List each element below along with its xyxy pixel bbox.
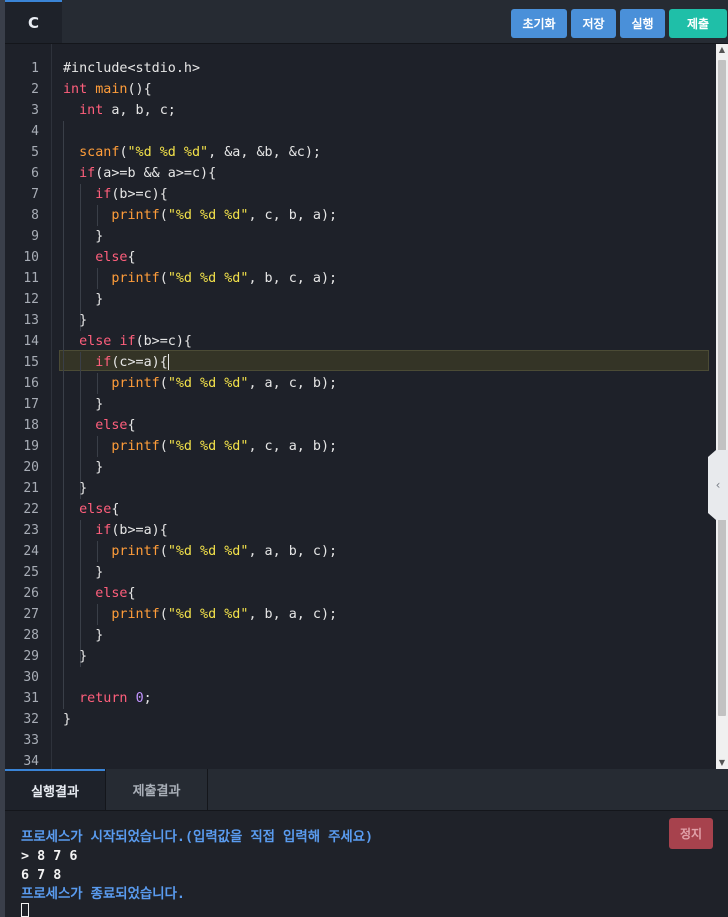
line-number: 33 [23, 733, 39, 748]
code-line[interactable]: } [63, 625, 713, 646]
tab-run-result[interactable]: 실행결과 [5, 769, 105, 810]
line-number: 24 [23, 544, 39, 559]
code-line[interactable]: } [63, 457, 713, 478]
save-button[interactable]: 저장 [571, 9, 616, 38]
result-tabs: 실행결과 제출결과 [5, 769, 728, 811]
editor-scrollbar[interactable]: ▲ ▼ [716, 44, 728, 769]
line-number: 6 [31, 166, 39, 181]
line-number: 34 [23, 754, 39, 769]
line-number: 9 [31, 229, 39, 244]
code-line[interactable]: printf("%d %d %d", c, b, a); [63, 205, 713, 226]
code-line[interactable] [63, 121, 713, 142]
line-number: 8 [31, 208, 39, 223]
line-number: 32 [23, 712, 39, 727]
code-line[interactable]: printf("%d %d %d", a, b, c); [63, 541, 713, 562]
stop-button[interactable]: 정지 [669, 818, 713, 849]
line-number-gutter: 1 2 3 4 5 6 7 8 9 10 11 12 13 14 15 16 17 18 19 20 21 22 23 24 2… [5, 44, 52, 769]
line-number: 26 [23, 586, 39, 601]
code-line[interactable]: } [63, 478, 713, 499]
line-number: 1 [31, 61, 39, 76]
line-number: 18 [23, 418, 39, 433]
chevron-left-icon[interactable]: ‹ [708, 450, 728, 520]
console-line: 프로세스가 시작되었습니다.(입력값을 직접 입력해 주세요) [21, 830, 374, 845]
editor-toolbar: C 초기화 저장 실행 제출 [5, 0, 728, 44]
code-content[interactable]: #include<stdio.h> int main(){ int a, b, c… [63, 58, 713, 769]
code-line[interactable]: else{ [63, 247, 713, 268]
code-line[interactable]: int main(){ [63, 79, 713, 100]
line-number: 22 [23, 502, 39, 517]
code-line[interactable] [63, 667, 713, 688]
line-number: 4 [31, 124, 39, 139]
code-line[interactable]: #include<stdio.h> [63, 58, 713, 79]
line-number: 30 [23, 670, 39, 685]
text-cursor [167, 354, 169, 370]
code-line[interactable]: printf("%d %d %d", a, c, b); [63, 373, 713, 394]
language-tab[interactable]: C [5, 0, 62, 43]
line-number: 15 [23, 355, 39, 370]
submit-button[interactable]: 제출 [669, 9, 727, 38]
run-button[interactable]: 실행 [620, 9, 665, 38]
code-line[interactable]: return 0; [63, 688, 713, 709]
line-number: 10 [23, 250, 39, 265]
console-line: 6 7 8 [21, 868, 62, 883]
code-line[interactable]: if(c>=a){ [63, 352, 713, 373]
line-number: 19 [23, 439, 39, 454]
code-line[interactable]: printf("%d %d %d", b, a, c); [63, 604, 713, 625]
line-number: 12 [23, 292, 39, 307]
line-number: 16 [23, 376, 39, 391]
line-number: 29 [23, 649, 39, 664]
scrollbar-thumb[interactable] [718, 60, 726, 716]
line-number: 13 [23, 313, 39, 328]
code-line[interactable]: } [63, 289, 713, 310]
code-line[interactable]: if(a>=b && a>=c){ [63, 163, 713, 184]
line-number: 7 [31, 187, 39, 202]
code-line[interactable] [63, 751, 713, 769]
arrow-up-icon[interactable]: ▲ [716, 44, 728, 56]
code-editor[interactable]: 1 2 3 4 5 6 7 8 9 10 11 12 13 14 15 16 17 18 19 20 21 22 23 24 2… [5, 44, 716, 769]
code-line[interactable]: if(b>=a){ [63, 520, 713, 541]
reset-button[interactable]: 초기화 [511, 9, 567, 38]
code-line[interactable]: else if(b>=c){ [63, 331, 713, 352]
code-line[interactable]: else{ [63, 499, 713, 520]
console-line: 프로세스가 종료되었습니다. [21, 887, 185, 902]
line-number: 2 [31, 82, 39, 97]
code-line[interactable]: if(b>=c){ [63, 184, 713, 205]
code-line[interactable]: } [63, 226, 713, 247]
console-line: > 8 7 6 [21, 849, 78, 864]
code-line[interactable]: } [63, 709, 713, 730]
code-line[interactable]: else{ [63, 583, 713, 604]
line-number: 11 [23, 271, 39, 286]
code-line[interactable]: printf("%d %d %d", c, a, b); [63, 436, 713, 457]
line-number: 25 [23, 565, 39, 580]
line-number: 28 [23, 628, 39, 643]
line-number: 31 [23, 691, 39, 706]
code-line[interactable]: int a, b, c; [63, 100, 713, 121]
line-number: 3 [31, 103, 39, 118]
line-number: 5 [31, 145, 39, 160]
tab-submit-result[interactable]: 제출결과 [105, 769, 208, 810]
code-line[interactable] [63, 730, 713, 751]
line-number: 27 [23, 607, 39, 622]
code-line[interactable]: scanf("%d %d %d", &a, &b, &c); [63, 142, 713, 163]
code-line[interactable]: } [63, 646, 713, 667]
terminal-cursor [21, 903, 29, 917]
line-number: 14 [23, 334, 39, 349]
code-line[interactable]: } [63, 394, 713, 415]
line-number: 23 [23, 523, 39, 538]
code-line[interactable]: else{ [63, 415, 713, 436]
code-line[interactable]: } [63, 562, 713, 583]
console-output[interactable]: 프로세스가 시작되었습니다.(입력값을 직접 입력해 주세요) > 8 7 6 … [5, 811, 728, 917]
line-number: 20 [23, 460, 39, 475]
line-number: 21 [23, 481, 39, 496]
line-number: 17 [23, 397, 39, 412]
code-line[interactable]: } [63, 310, 713, 331]
arrow-down-icon[interactable]: ▼ [716, 757, 728, 769]
code-line[interactable]: printf("%d %d %d", b, c, a); [63, 268, 713, 289]
